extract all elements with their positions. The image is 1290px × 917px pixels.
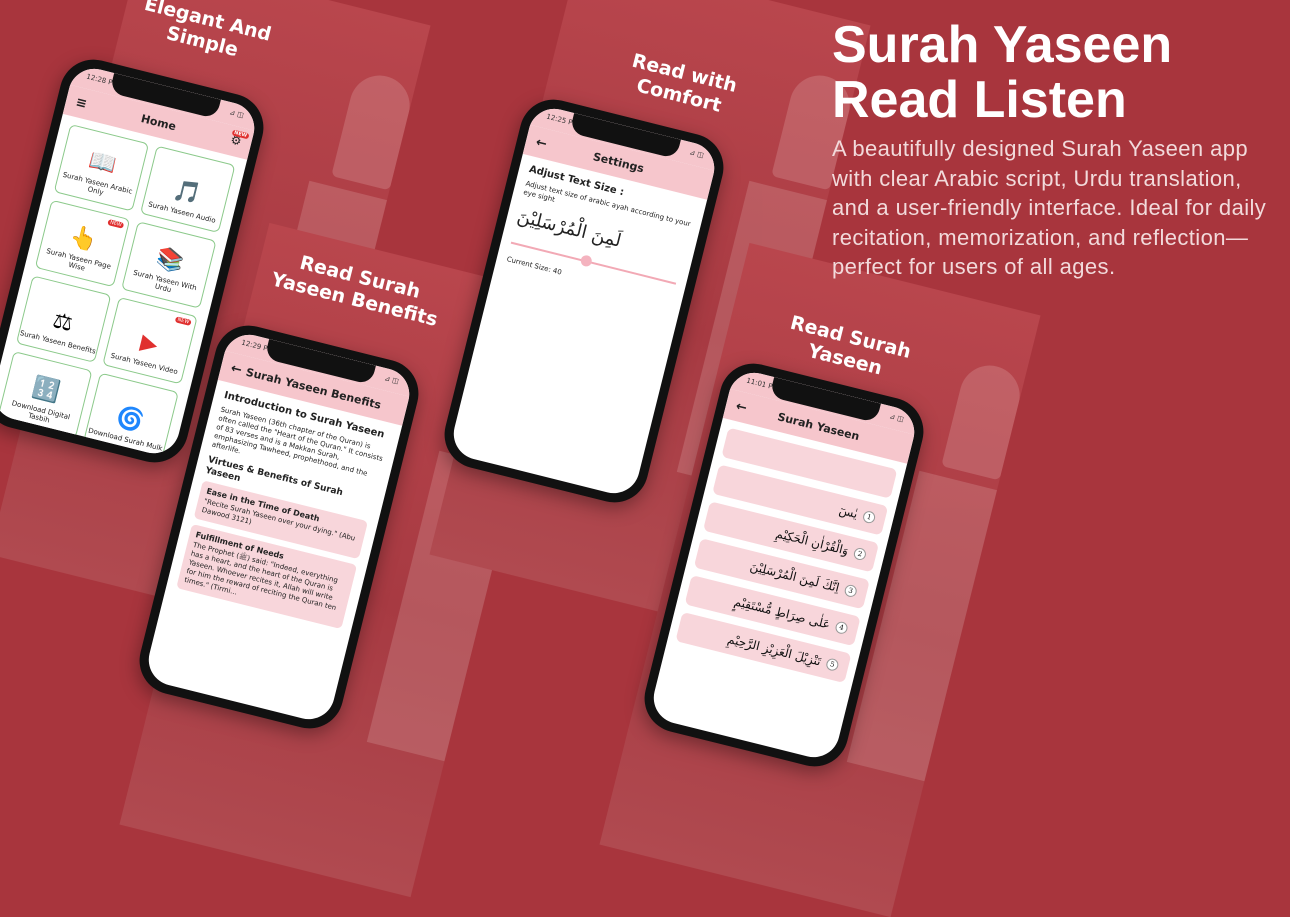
headline-line1: Surah Yaseen xyxy=(832,16,1173,74)
card-arabic-only[interactable]: 📖 Surah Yaseen Arabic Only xyxy=(53,124,150,212)
headline: Surah Yaseen Read Listen xyxy=(832,18,1172,128)
ayah-number: 2 xyxy=(852,546,868,562)
audio-wave-icon: 🎵 xyxy=(170,177,204,209)
headline-line2: Read Listen xyxy=(832,71,1127,129)
card-surah-mulk[interactable]: 🌀 Download Surah Mulk xyxy=(83,372,179,459)
card-digital-tasbih[interactable]: 🔢 Download Digital Tasbih xyxy=(0,351,93,439)
scale-icon: ⚖ xyxy=(50,308,76,338)
ayah-number: 4 xyxy=(834,620,849,636)
ayah-text: يٰسٓ xyxy=(837,502,860,522)
back-arrow-icon[interactable]: ← xyxy=(534,135,548,152)
back-arrow-icon[interactable]: ← xyxy=(229,361,243,378)
ayah-number: 5 xyxy=(825,657,840,672)
ayah-text: وَالْقُرْاٰنِ الْحَكِيْمِ xyxy=(774,526,850,558)
ayah-number: 1 xyxy=(861,509,877,525)
home-title: Home xyxy=(139,111,178,133)
hand-swipe-icon: 👆 xyxy=(67,223,100,255)
back-arrow-icon[interactable]: ← xyxy=(734,399,748,416)
app-description: A beautifully designed Surah Yaseen app … xyxy=(832,136,1267,279)
card-benefits[interactable]: ⚖ Surah Yaseen Benefits xyxy=(15,275,112,363)
card-with-urdu[interactable]: 📚 Surah Yaseen With Urdu xyxy=(121,221,217,309)
new-badge: NEW xyxy=(174,316,192,326)
new-badge: NEW xyxy=(107,219,125,229)
quran-book-icon: 📖 xyxy=(86,147,119,179)
card-audio[interactable]: 🎵 Surah Yaseen Audio xyxy=(139,145,236,234)
tasbih-counter-icon: 🔢 xyxy=(29,374,63,406)
benefits-content: Introduction to Surah Yaseen Surah Yasee… xyxy=(163,380,402,645)
settings-title: Settings xyxy=(591,149,646,175)
surah-mulk-logo-icon: 🌀 xyxy=(113,404,147,436)
youtube-play-icon: ▶ xyxy=(137,329,161,359)
ayah-number: 3 xyxy=(843,583,858,599)
ayah-text: عَلٰى صِرَاطٍ مُّسْتَقِيْمٍ xyxy=(732,594,832,632)
ayah-text: اِنَّكَ لَمِنَ الْمُرْسَلِيْنَ xyxy=(748,559,841,595)
slider-thumb[interactable] xyxy=(579,254,593,268)
menu-icon[interactable]: ≡ xyxy=(74,95,88,112)
card-video[interactable]: NEW ▶ Surah Yaseen Video xyxy=(102,296,198,385)
quran-stand-icon: 📚 xyxy=(153,245,187,277)
card-page-wise[interactable]: NEW 👆 Surah Yaseen Page Wise xyxy=(34,199,131,288)
ayah-text: تَنْزِيْلَ الْعَزِيْزِ الرَّحِيْمِ xyxy=(726,631,823,669)
